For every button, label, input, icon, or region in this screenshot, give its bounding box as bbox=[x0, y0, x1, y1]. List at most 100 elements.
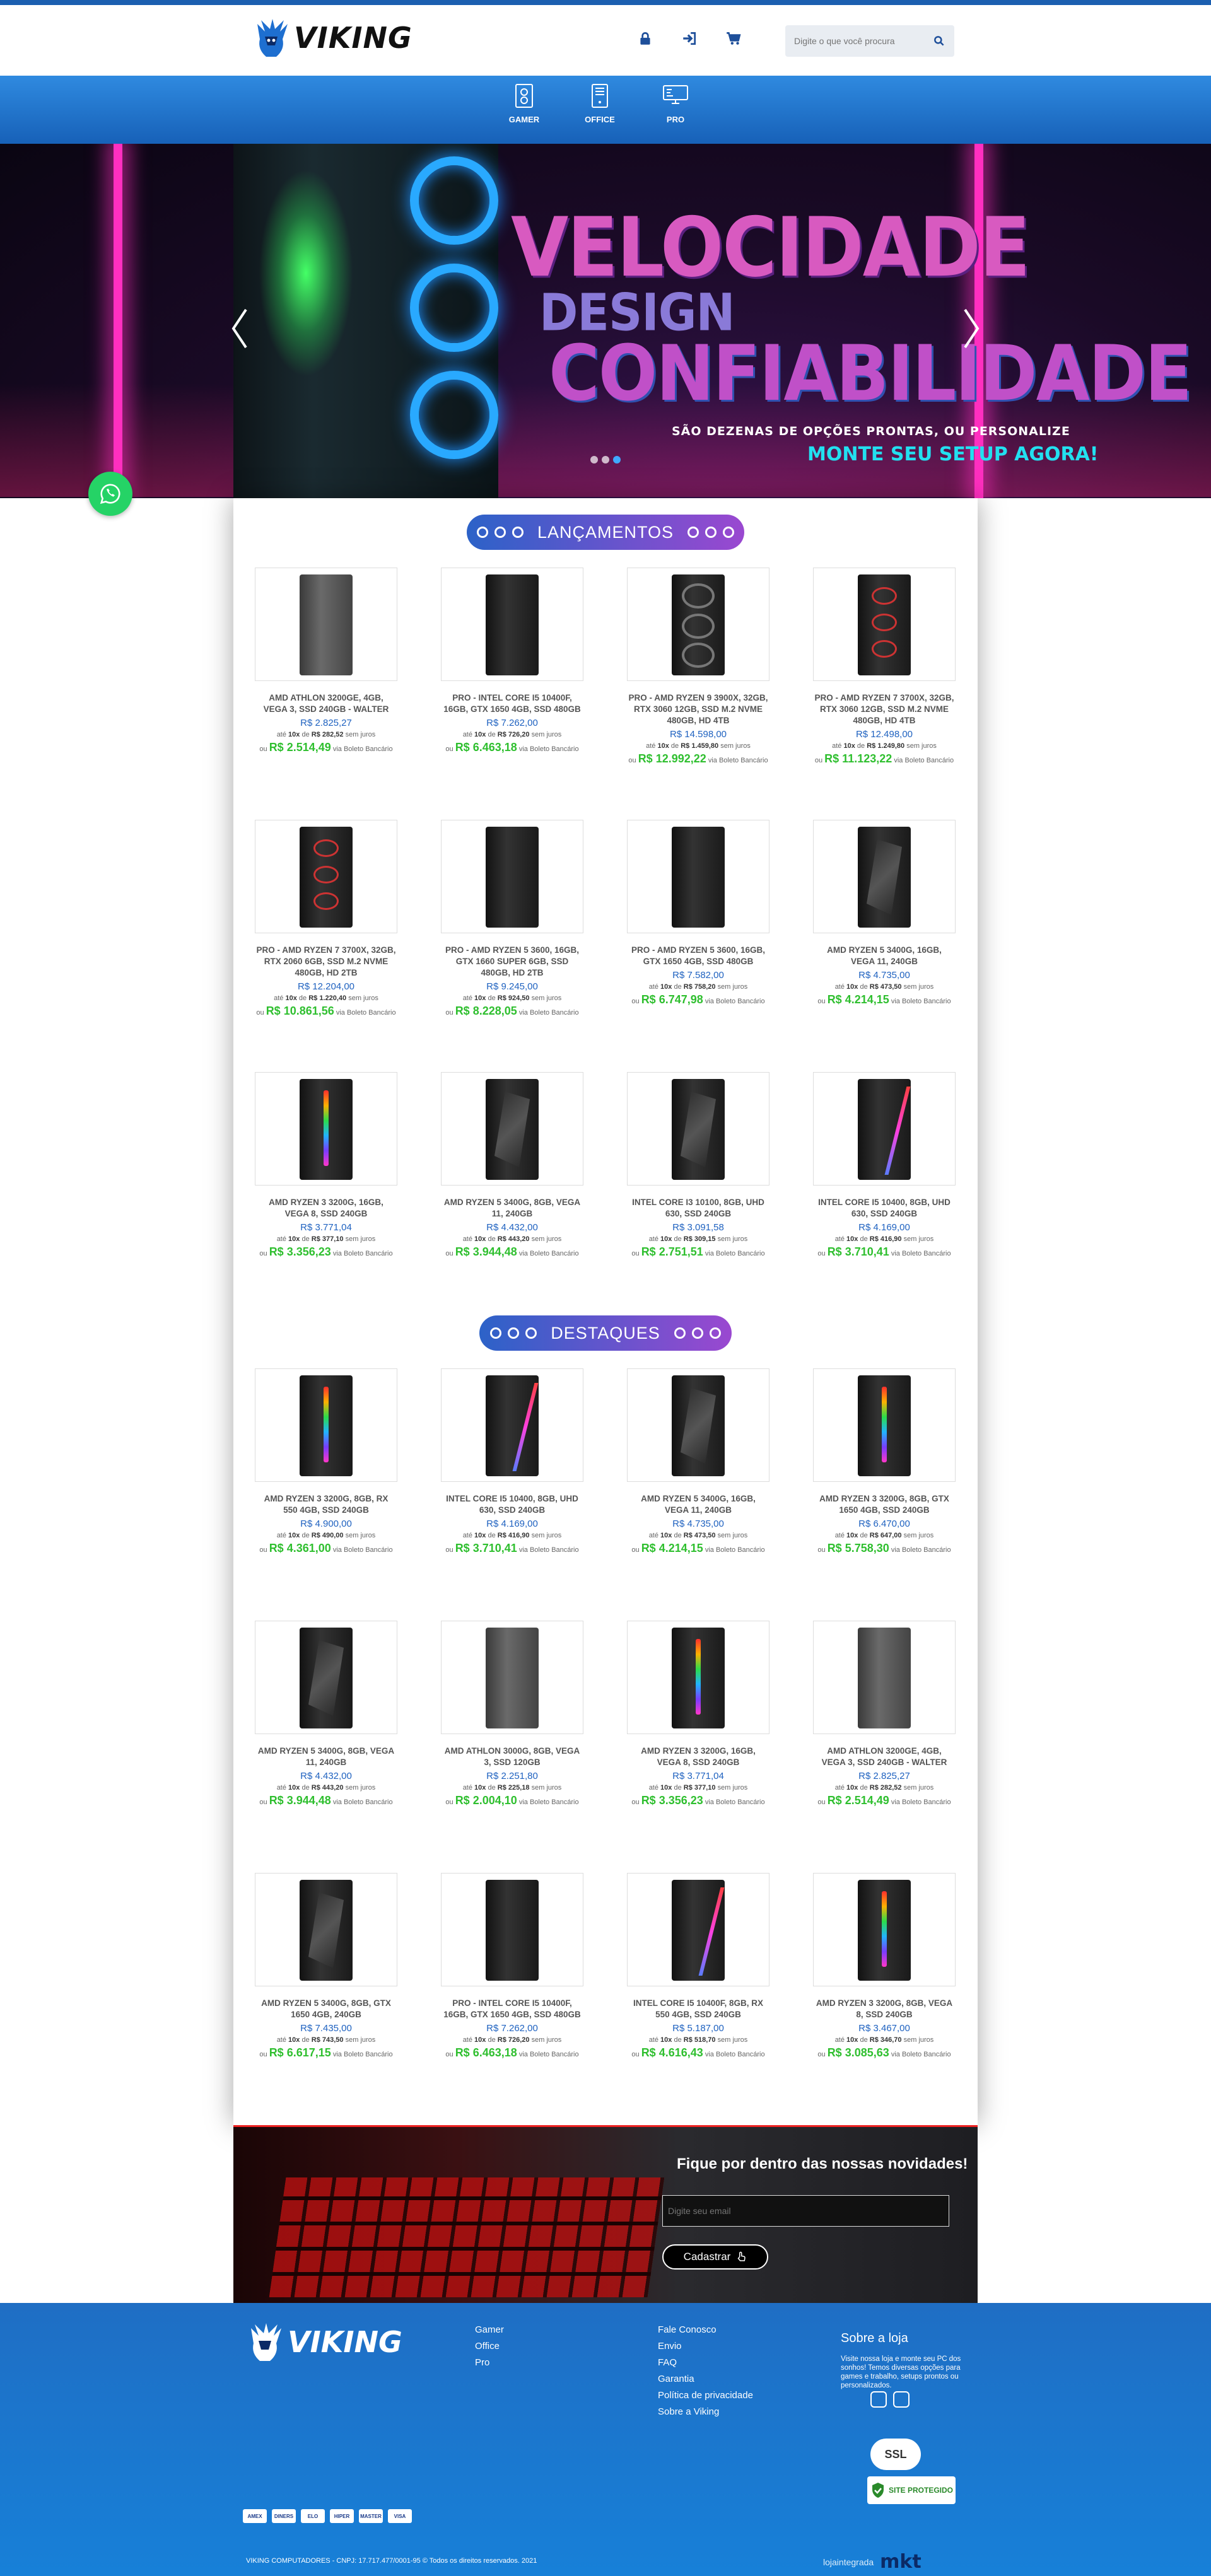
product-card[interactable]: AMD ATHLON 3200GE, 4GB, VEGA 3, SSD 240G… bbox=[812, 1621, 957, 1807]
product-name[interactable]: AMD RYZEN 5 3400G, 8GB, VEGA 11, 240GB bbox=[254, 1746, 399, 1768]
product-card[interactable]: INTEL CORE I5 10400, 8GB, UHD 630, SSD 2… bbox=[440, 1368, 585, 1555]
product-image[interactable] bbox=[255, 568, 397, 681]
whatsapp-button[interactable] bbox=[88, 472, 132, 516]
hero-banner[interactable]: VELOCIDADE DESIGN CONFIABILIDADE SÃO DEZ… bbox=[0, 144, 1211, 498]
product-name[interactable]: AMD RYZEN 5 3400G, 16GB, VEGA 11, 240GB bbox=[812, 945, 957, 967]
search-icon[interactable] bbox=[933, 35, 945, 47]
product-image[interactable] bbox=[813, 1072, 956, 1186]
footer-link-warranty[interactable]: Garantia bbox=[658, 2371, 753, 2387]
footer-link-faq[interactable]: FAQ bbox=[658, 2355, 753, 2371]
product-card[interactable]: PRO - INTEL CORE I5 10400F, 16GB, GTX 16… bbox=[440, 1873, 585, 2060]
product-image[interactable] bbox=[255, 1873, 397, 1986]
product-image[interactable] bbox=[255, 820, 397, 933]
product-card[interactable]: AMD RYZEN 5 3400G, 16GB, VEGA 11, 240GB R… bbox=[812, 820, 957, 1006]
product-card[interactable]: AMD RYZEN 3 3200G, 8GB, RX 550 4GB, SSD … bbox=[254, 1368, 399, 1555]
product-name[interactable]: AMD ATHLON 3200GE, 4GB, VEGA 3, SSD 240G… bbox=[812, 1746, 957, 1768]
newsletter-email-input[interactable] bbox=[662, 2195, 949, 2227]
slider-dot-active[interactable] bbox=[613, 456, 621, 463]
chevron-left-icon[interactable] bbox=[227, 306, 252, 351]
footer-link-office[interactable]: Office bbox=[475, 2338, 504, 2355]
product-image[interactable] bbox=[255, 1368, 397, 1482]
product-card[interactable]: AMD RYZEN 5 3400G, 16GB, VEGA 11, 240GB R… bbox=[626, 1368, 771, 1555]
product-name[interactable]: PRO - AMD RYZEN 5 3600, 16GB, GTX 1650 4… bbox=[626, 945, 771, 967]
product-image[interactable] bbox=[627, 1368, 769, 1482]
slider-dot[interactable] bbox=[590, 456, 598, 463]
search-input[interactable] bbox=[785, 36, 924, 46]
product-card[interactable]: INTEL CORE I5 10400F, 8GB, RX 550 4GB, S… bbox=[626, 1873, 771, 2060]
product-name[interactable]: INTEL CORE I5 10400, 8GB, UHD 630, SSD 2… bbox=[440, 1493, 585, 1516]
product-card[interactable]: AMD ATHLON 3200GE, 4GB, VEGA 3, SSD 240G… bbox=[254, 568, 399, 754]
hero-cta[interactable]: MONTE SEU SETUP AGORA! bbox=[807, 443, 1098, 465]
lojaintegrada-logo[interactable]: lojaintegrada bbox=[823, 2557, 874, 2567]
product-card[interactable]: AMD RYZEN 3 3200G, 8GB, VEGA 8, SSD 240G… bbox=[812, 1873, 957, 2060]
newsletter-submit-button[interactable]: Cadastrar bbox=[662, 2244, 768, 2270]
product-image[interactable] bbox=[813, 568, 956, 681]
product-image[interactable] bbox=[813, 820, 956, 933]
product-image[interactable] bbox=[255, 1621, 397, 1734]
product-name[interactable]: PRO - INTEL CORE I5 10400F, 16GB, GTX 16… bbox=[440, 692, 585, 715]
product-name[interactable]: AMD ATHLON 3000G, 8GB, VEGA 3, SSD 120GB bbox=[440, 1746, 585, 1768]
product-name[interactable]: AMD RYZEN 3 3200G, 8GB, RX 550 4GB, SSD … bbox=[254, 1493, 399, 1516]
cart-icon[interactable] bbox=[725, 30, 742, 50]
footer-link-contact[interactable]: Fale Conosco bbox=[658, 2322, 753, 2338]
product-image[interactable] bbox=[813, 1621, 956, 1734]
product-image[interactable] bbox=[441, 1873, 583, 1986]
product-image[interactable] bbox=[441, 1621, 583, 1734]
product-image[interactable] bbox=[627, 568, 769, 681]
product-image[interactable] bbox=[813, 1873, 956, 1986]
footer-link-privacy[interactable]: Política de privacidade bbox=[658, 2387, 753, 2404]
product-card[interactable]: AMD RYZEN 3 3200G, 8GB, GTX 1650 4GB, SS… bbox=[812, 1368, 957, 1555]
product-name[interactable]: INTEL CORE I5 10400F, 8GB, RX 550 4GB, S… bbox=[626, 1998, 771, 2020]
footer-logo[interactable]: VIKING bbox=[246, 2322, 402, 2362]
facebook-icon[interactable] bbox=[893, 2391, 910, 2408]
product-card[interactable]: AMD RYZEN 3 3200G, 16GB, VEGA 8, SSD 240… bbox=[626, 1621, 771, 1807]
product-name[interactable]: AMD RYZEN 5 3400G, 8GB, GTX 1650 4GB, 24… bbox=[254, 1998, 399, 2020]
product-name[interactable]: PRO - INTEL CORE I5 10400F, 16GB, GTX 16… bbox=[440, 1998, 585, 2020]
product-card[interactable]: INTEL CORE I3 10100, 8GB, UHD 630, SSD 2… bbox=[626, 1072, 771, 1259]
nav-item-office[interactable]: OFFICE bbox=[580, 82, 619, 124]
product-name[interactable]: AMD RYZEN 3 3200G, 16GB, VEGA 8, SSD 240… bbox=[254, 1197, 399, 1220]
product-name[interactable]: PRO - AMD RYZEN 7 3700X, 32GB, RTX 2060 … bbox=[254, 945, 399, 979]
product-image[interactable] bbox=[441, 1368, 583, 1482]
product-card[interactable]: AMD ATHLON 3000G, 8GB, VEGA 3, SSD 120GB… bbox=[440, 1621, 585, 1807]
product-name[interactable]: AMD RYZEN 3 3200G, 8GB, GTX 1650 4GB, SS… bbox=[812, 1493, 957, 1516]
instagram-icon[interactable] bbox=[870, 2391, 887, 2408]
product-card[interactable]: AMD RYZEN 5 3400G, 8GB, GTX 1650 4GB, 24… bbox=[254, 1873, 399, 2060]
product-card[interactable]: INTEL CORE I5 10400, 8GB, UHD 630, SSD 2… bbox=[812, 1072, 957, 1259]
product-name[interactable]: INTEL CORE I3 10100, 8GB, UHD 630, SSD 2… bbox=[626, 1197, 771, 1220]
product-card[interactable]: AMD RYZEN 5 3400G, 8GB, VEGA 11, 240GB R$… bbox=[440, 1072, 585, 1259]
product-image[interactable] bbox=[441, 568, 583, 681]
product-image[interactable] bbox=[627, 1621, 769, 1734]
nav-item-pro[interactable]: PRO bbox=[656, 82, 695, 124]
product-card[interactable]: PRO - AMD RYZEN 7 3700X, 32GB, RTX 3060 … bbox=[812, 568, 957, 766]
product-name[interactable]: AMD ATHLON 3200GE, 4GB, VEGA 3, SSD 240G… bbox=[254, 692, 399, 715]
product-image[interactable] bbox=[627, 1072, 769, 1186]
lock-icon[interactable] bbox=[637, 30, 653, 50]
logo[interactable]: VIKING bbox=[252, 18, 412, 58]
product-name[interactable]: INTEL CORE I5 10400, 8GB, UHD 630, SSD 2… bbox=[812, 1197, 957, 1220]
product-name[interactable]: AMD RYZEN 5 3400G, 8GB, VEGA 11, 240GB bbox=[440, 1197, 585, 1220]
product-card[interactable]: AMD RYZEN 5 3400G, 8GB, VEGA 11, 240GB R$… bbox=[254, 1621, 399, 1807]
nav-item-gamer[interactable]: GAMER bbox=[505, 82, 544, 124]
product-name[interactable]: AMD RYZEN 3 3200G, 16GB, VEGA 8, SSD 240… bbox=[626, 1746, 771, 1768]
product-image[interactable] bbox=[813, 1368, 956, 1482]
product-name[interactable]: AMD RYZEN 3 3200G, 8GB, VEGA 8, SSD 240G… bbox=[812, 1998, 957, 2020]
product-image[interactable] bbox=[255, 1072, 397, 1186]
footer-link-shipping[interactable]: Envio bbox=[658, 2338, 753, 2355]
product-card[interactable]: PRO - INTEL CORE I5 10400F, 16GB, GTX 16… bbox=[440, 568, 585, 754]
product-card[interactable]: AMD RYZEN 3 3200G, 16GB, VEGA 8, SSD 240… bbox=[254, 1072, 399, 1259]
product-card[interactable]: PRO - AMD RYZEN 5 3600, 16GB, GTX 1660 S… bbox=[440, 820, 585, 1018]
product-card[interactable]: PRO - AMD RYZEN 7 3700X, 32GB, RTX 2060 … bbox=[254, 820, 399, 1018]
product-name[interactable]: PRO - AMD RYZEN 7 3700X, 32GB, RTX 3060 … bbox=[812, 692, 957, 726]
footer-link-about[interactable]: Sobre a Viking bbox=[658, 2404, 753, 2420]
login-icon[interactable] bbox=[681, 30, 698, 50]
product-image[interactable] bbox=[441, 1072, 583, 1186]
footer-link-gamer[interactable]: Gamer bbox=[475, 2322, 504, 2338]
slider-dot[interactable] bbox=[602, 456, 609, 463]
product-card[interactable]: PRO - AMD RYZEN 9 3900X, 32GB, RTX 3060 … bbox=[626, 568, 771, 766]
product-name[interactable]: PRO - AMD RYZEN 9 3900X, 32GB, RTX 3060 … bbox=[626, 692, 771, 726]
product-image[interactable] bbox=[627, 1873, 769, 1986]
product-image[interactable] bbox=[441, 820, 583, 933]
product-image[interactable] bbox=[627, 820, 769, 933]
product-name[interactable]: AMD RYZEN 5 3400G, 16GB, VEGA 11, 240GB bbox=[626, 1493, 771, 1516]
